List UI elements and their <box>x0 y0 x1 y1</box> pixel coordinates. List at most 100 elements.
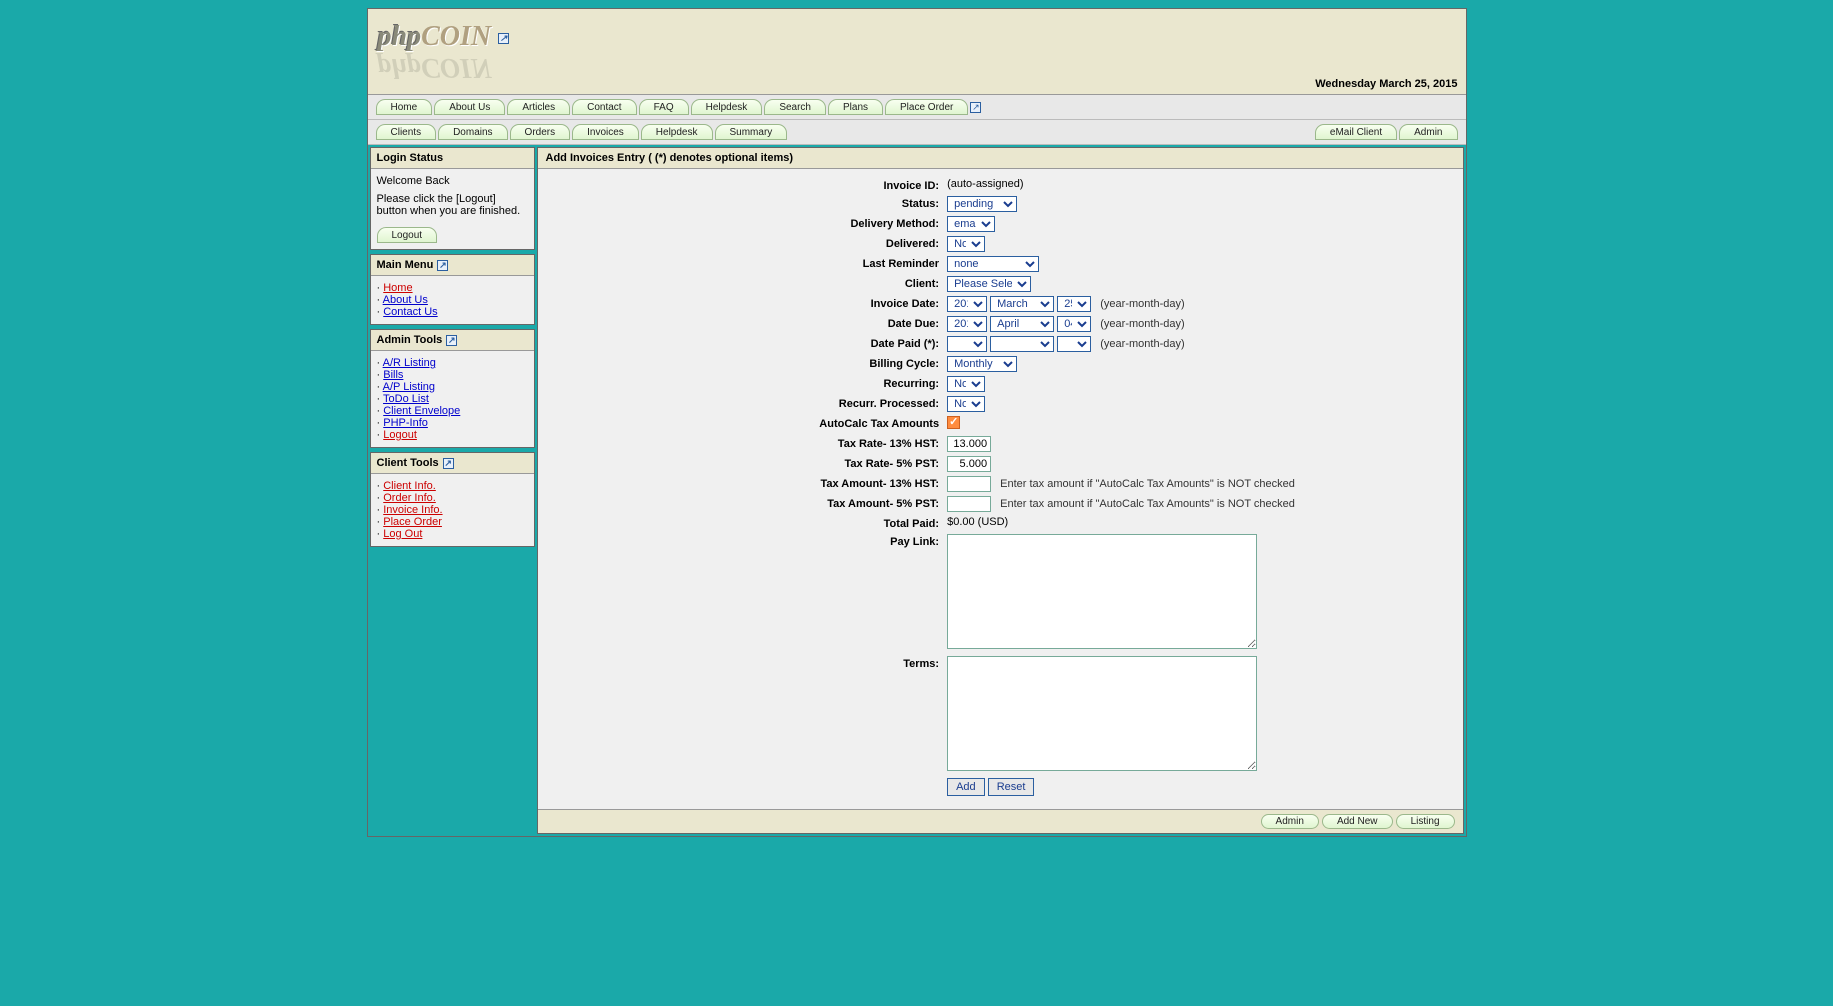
expand-icon[interactable] <box>446 335 457 346</box>
nav-plans[interactable]: Plans <box>828 99 883 115</box>
menu-about-us[interactable]: About Us <box>383 294 428 306</box>
logout-instruction: Please click the [Logout] button when yo… <box>377 193 528 217</box>
label-pay-link: Pay Link: <box>702 533 942 653</box>
label-date-paid: Date Paid (*): <box>702 335 942 353</box>
textarea-terms[interactable] <box>947 656 1257 771</box>
login-status-title: Login Status <box>371 148 534 169</box>
nav-helpdesk[interactable]: Helpdesk <box>691 99 763 115</box>
label-tax-rate-2: Tax Rate- 5% PST: <box>702 455 942 473</box>
nav-invoices[interactable]: Invoices <box>572 124 639 140</box>
input-tax-amt-2[interactable] <box>947 496 991 512</box>
hint-ymd: (year-month-day) <box>1100 318 1184 330</box>
select-date-paid-month[interactable] <box>990 336 1054 352</box>
label-invoice-date: Invoice Date: <box>702 295 942 313</box>
hint-ymd: (year-month-day) <box>1100 338 1184 350</box>
client-tools-panel: Client Tools Client Info. Order Info. In… <box>370 452 535 547</box>
value-invoice-id: (auto-assigned) <box>944 177 1298 193</box>
ct-invoice-info[interactable]: Invoice Info. <box>383 504 442 516</box>
nav-domains[interactable]: Domains <box>438 124 507 140</box>
select-date-due-year[interactable]: 2015 <box>947 316 987 332</box>
footer-listing[interactable]: Listing <box>1396 814 1455 829</box>
logo-coin: COIN <box>421 21 491 52</box>
hint-tax-amt: Enter tax amount if "AutoCalc Tax Amount… <box>1000 478 1295 490</box>
logout-button[interactable]: Logout <box>377 227 438 243</box>
nav-clients[interactable]: Clients <box>376 124 437 140</box>
input-tax-rate-2[interactable] <box>947 456 991 472</box>
nav-top-row: Home About Us Articles Contact FAQ Helpd… <box>368 95 1466 120</box>
select-delivery-method[interactable]: email <box>947 216 995 232</box>
label-last-reminder: Last Reminder <box>702 255 942 273</box>
nav-place-order[interactable]: Place Order <box>885 99 968 115</box>
select-invoice-date-year[interactable]: 2015 <box>947 296 987 312</box>
select-date-due-month[interactable]: April <box>990 316 1054 332</box>
header: phpCOIN phpCOIN Wednesday March 25, 2015 <box>368 9 1466 95</box>
tool-php-info[interactable]: PHP-Info <box>383 417 428 429</box>
label-billing-cycle: Billing Cycle: <box>702 355 942 373</box>
tool-todo-list[interactable]: ToDo List <box>383 393 429 405</box>
expand-icon[interactable] <box>970 102 981 113</box>
label-invoice-id: Invoice ID: <box>702 177 942 193</box>
select-recurring[interactable]: No <box>947 376 985 392</box>
ct-place-order[interactable]: Place Order <box>383 516 442 528</box>
label-delivery-method: Delivery Method: <box>702 215 942 233</box>
tool-logout[interactable]: Logout <box>383 429 417 441</box>
checkbox-autocalc[interactable] <box>947 416 960 429</box>
form-title: Add Invoices Entry ( (*) denotes optiona… <box>538 148 1463 169</box>
footer-admin[interactable]: Admin <box>1261 814 1319 829</box>
input-tax-amt-1[interactable] <box>947 476 991 492</box>
hint-tax-amt: Enter tax amount if "AutoCalc Tax Amount… <box>1000 498 1295 510</box>
footer-add-new[interactable]: Add New <box>1322 814 1393 829</box>
label-delivered: Delivered: <box>702 235 942 253</box>
admin-tools-title: Admin Tools <box>377 334 443 346</box>
nav-faq[interactable]: FAQ <box>639 99 689 115</box>
ct-order-info[interactable]: Order Info. <box>383 492 436 504</box>
textarea-pay-link[interactable] <box>947 534 1257 649</box>
ct-client-info[interactable]: Client Info. <box>383 480 436 492</box>
label-tax-amt-2: Tax Amount- 5% PST: <box>702 495 942 513</box>
label-client: Client: <box>702 275 942 293</box>
nav-admin[interactable]: Admin <box>1399 124 1457 140</box>
main-content: Add Invoices Entry ( (*) denotes optiona… <box>537 147 1464 834</box>
select-date-paid-year[interactable] <box>947 336 987 352</box>
select-status[interactable]: pending <box>947 196 1017 212</box>
nav-contact[interactable]: Contact <box>572 99 636 115</box>
menu-home[interactable]: Home <box>383 282 412 294</box>
reset-button[interactable]: Reset <box>988 778 1035 796</box>
select-billing-cycle[interactable]: Monthly <box>947 356 1017 372</box>
nav-about-us[interactable]: About Us <box>434 99 505 115</box>
label-tax-amt-1: Tax Amount- 13% HST: <box>702 475 942 493</box>
select-invoice-date-day[interactable]: 25 <box>1057 296 1091 312</box>
expand-icon[interactable] <box>443 458 454 469</box>
nav-admin-row: Clients Domains Orders Invoices Helpdesk… <box>368 120 1466 145</box>
label-recurr-processed: Recurr. Processed: <box>702 395 942 413</box>
label-terms: Terms: <box>702 655 942 775</box>
select-date-due-day[interactable]: 04 <box>1057 316 1091 332</box>
select-client[interactable]: Please Select <box>947 276 1031 292</box>
menu-contact-us[interactable]: Contact Us <box>383 306 437 318</box>
input-tax-rate-1[interactable] <box>947 436 991 452</box>
nav-articles[interactable]: Articles <box>507 99 570 115</box>
nav-email-client[interactable]: eMail Client <box>1315 124 1397 140</box>
nav-orders[interactable]: Orders <box>510 124 571 140</box>
select-last-reminder[interactable]: none <box>947 256 1039 272</box>
nav-home[interactable]: Home <box>376 99 433 115</box>
add-button[interactable]: Add <box>947 778 985 796</box>
nav-helpdesk-admin[interactable]: Helpdesk <box>641 124 713 140</box>
nav-search[interactable]: Search <box>764 99 826 115</box>
select-recurr-processed[interactable]: No <box>947 396 985 412</box>
select-date-paid-day[interactable] <box>1057 336 1091 352</box>
client-tools-title: Client Tools <box>377 457 439 469</box>
tool-client-envelope[interactable]: Client Envelope <box>383 405 460 417</box>
tool-ap-listing[interactable]: A/P Listing <box>383 381 435 393</box>
select-invoice-date-month[interactable]: March <box>990 296 1054 312</box>
main-menu-title: Main Menu <box>377 259 434 271</box>
select-delivered[interactable]: No <box>947 236 985 252</box>
ct-log-out[interactable]: Log Out <box>383 528 422 540</box>
expand-icon[interactable] <box>498 33 509 44</box>
login-status-panel: Login Status Welcome Back Please click t… <box>370 147 535 250</box>
tool-bills[interactable]: Bills <box>383 369 403 381</box>
tool-ar-listing[interactable]: A/R Listing <box>383 357 436 369</box>
nav-summary[interactable]: Summary <box>715 124 788 140</box>
footer-bar: Admin Add New Listing <box>538 809 1463 833</box>
expand-icon[interactable] <box>437 260 448 271</box>
